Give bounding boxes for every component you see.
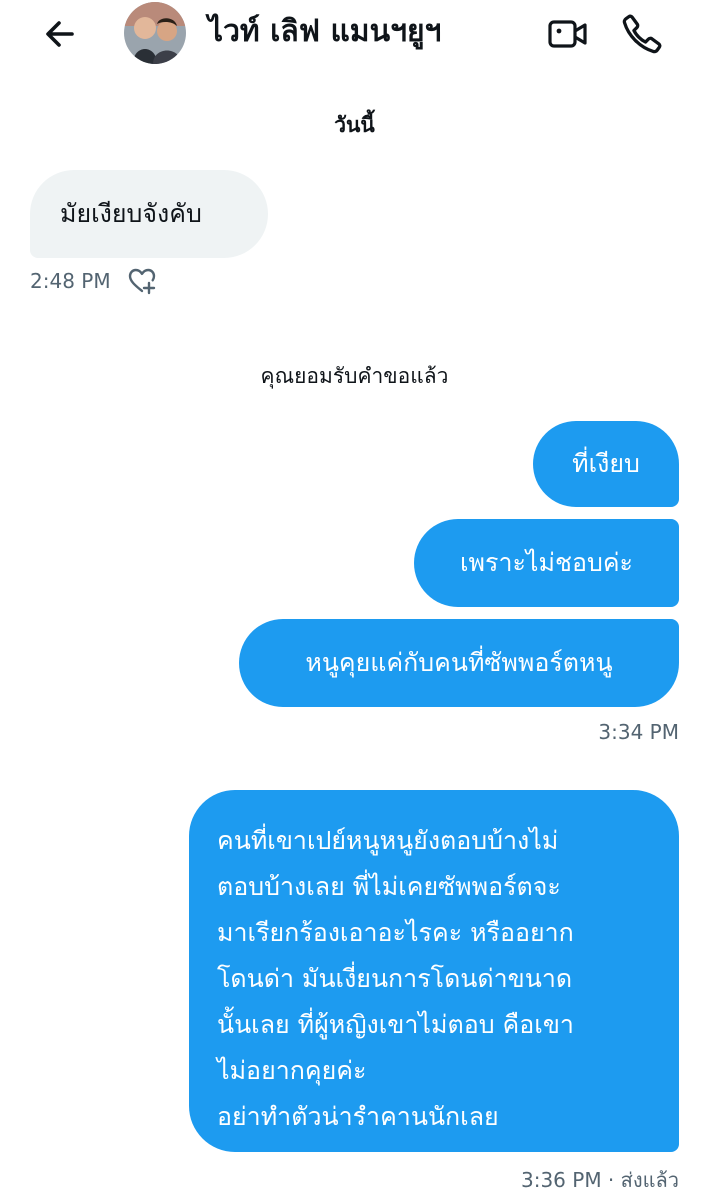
message-line: อย่าทำตัวน่ารำคานนักเลย (217, 1102, 499, 1131)
date-separator: วันนี้ (334, 113, 375, 137)
message-line: คนที่เขาเปย์หนูหนูยังตอบบ้างไม่ (217, 826, 559, 855)
back-button[interactable] (38, 12, 82, 56)
message-line: มาเรียกร้องเอาอะไรคะ หรืออยาก (217, 918, 574, 947)
outgoing-message[interactable]: เพราะไม่ชอบค่ะ (414, 519, 679, 607)
incoming-message[interactable]: มัยเงียบจังคับ (30, 170, 268, 258)
request-accepted-note: คุณยอมรับคำขอแล้ว (260, 364, 449, 388)
heart-plus-icon (128, 268, 155, 295)
contact-name[interactable]: ไวท์ เลิฟ แมนฯยูฯ (208, 8, 441, 56)
incoming-message-time: 2:48 PM (30, 269, 111, 293)
incoming-message-meta: 2:48 PM (30, 262, 159, 300)
message-line: นั้นเลย ที่ผู้หญิงเขาไม่ตอบ คือเขา (217, 1010, 574, 1039)
video-camera-icon (548, 20, 587, 48)
message-line: โดนด่า มันเงี่ยนการโดนด่าขนาด (217, 964, 573, 993)
conversation-header: ไวท์ เลิฟ แมนฯยูฯ (0, 0, 709, 70)
outgoing-long-message[interactable]: คนที่เขาเปย์หนูหนูยังตอบบ้างไม่ ตอบบ้างเ… (189, 790, 679, 1152)
video-call-button[interactable] (543, 10, 591, 58)
arrow-left-icon (46, 21, 74, 47)
voice-call-button[interactable] (618, 10, 666, 58)
message-line: ไม่อยากคุยค่ะ (217, 1056, 367, 1085)
outgoing-message-status: 3:36 PM · ส่งแล้ว (520, 1168, 679, 1192)
phone-icon (622, 14, 662, 54)
outgoing-message[interactable]: หนูคุยแค่กับคนที่ซัพพอร์ตหนู (239, 619, 679, 707)
message-line: ตอบบ้างเลย พี่ไม่เคยซัพพอร์ตจะ (217, 872, 561, 901)
avatar[interactable] (124, 2, 186, 64)
outgoing-message-time: 3:34 PM (598, 720, 679, 744)
react-button[interactable] (125, 264, 159, 298)
outgoing-message[interactable]: ที่เงียบ (533, 421, 679, 507)
